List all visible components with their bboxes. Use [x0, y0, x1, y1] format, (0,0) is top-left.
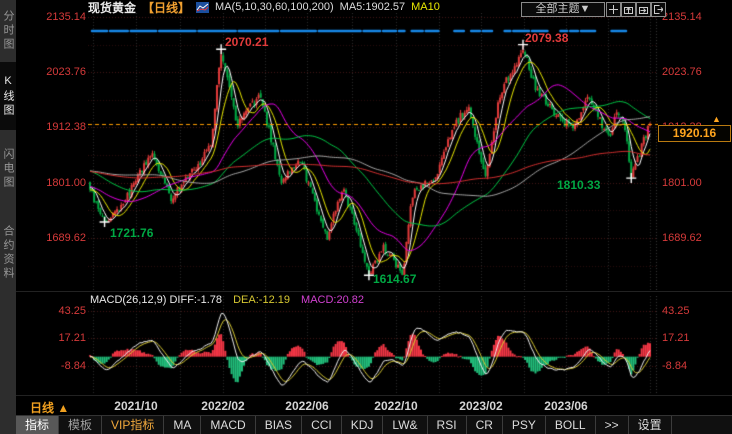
extreme-annotation-1721.76: 1721.76 [110, 226, 153, 240]
macd-tick-left-1: 17.21 [20, 332, 86, 344]
bottom-tab-9[interactable]: RSI [428, 416, 467, 434]
ma-settings-label: MA(5,10,30,60,100,200) [215, 1, 334, 13]
macd-header: MACD(26,12,9) DIFF:-1.78 DEA:-12.19 MACD… [90, 294, 364, 306]
kline-chart-canvas[interactable] [88, 13, 658, 290]
xaxis-label-4: 2023/02 [459, 399, 502, 413]
price-tick-right-4: 1689.62 [662, 232, 702, 244]
macd-value-label: MACD:20.82 [301, 294, 364, 306]
pane-right-icon[interactable] [636, 2, 651, 17]
bottom-tab-11[interactable]: PSY [503, 416, 546, 434]
ma5-value-label: MA5:1902.57 [340, 1, 405, 13]
period-selector[interactable]: 日线 ▲ [30, 399, 69, 416]
price-tick-left-3: 1801.00 [20, 177, 86, 189]
bottom-tab-5[interactable]: BIAS [256, 416, 302, 434]
macd-diff-label: MACD(26,12,9) DIFF:-1.78 [90, 294, 222, 306]
ma10-label: MA10 [411, 1, 440, 13]
extreme-annotation-2070.21: 2070.21 [225, 35, 268, 49]
bottom-tab-2[interactable]: VIP指标 [102, 416, 164, 434]
pane-up-icon[interactable] [621, 2, 636, 17]
price-up-arrow: ▲ [712, 114, 721, 124]
current-price-tag: 1920.16 [658, 125, 731, 142]
chart-header: 现货黄金 【日线】 MA(5,10,30,60,100,200) MA5:190… [88, 0, 440, 14]
macd-panel-canvas[interactable] [88, 296, 658, 395]
price-tick-left-2: 1912.38 [20, 121, 86, 133]
price-tick-left-1: 2023.76 [20, 66, 86, 78]
bottom-tab-14[interactable]: 设置 [629, 416, 672, 434]
bottom-tab-1[interactable]: 模板 [59, 416, 102, 434]
left-sidebar: 分时图 K线图闪电图合约资料 [0, 0, 16, 434]
sidebar-item-0[interactable]: 分时图 [0, 4, 16, 58]
macd-tick-right-2: -8.84 [662, 360, 687, 372]
bottom-tab-13[interactable]: >> [596, 416, 629, 434]
symbol-title: 现货黄金 [88, 0, 136, 16]
sidebar-item-1[interactable]: K线图 [0, 62, 16, 130]
xaxis-label-1: 2022/02 [201, 399, 244, 413]
price-tick-right-3: 1801.00 [662, 177, 702, 189]
macd-tick-right-0: 43.25 [662, 305, 690, 317]
indicator-tabbar: 指标模板VIP指标MAMACDBIASCCIKDJLW&RSICRPSYBOLL… [16, 415, 732, 434]
price-tick-left-4: 1689.62 [20, 232, 86, 244]
xaxis-label-0: 2021/10 [114, 399, 157, 413]
crosshair-icon[interactable] [606, 2, 621, 17]
panel-divider [16, 291, 732, 292]
macd-tick-left-2: -8.84 [20, 360, 86, 372]
bottom-tab-12[interactable]: BOLL [546, 416, 596, 434]
price-tick-left-0: 2135.14 [20, 11, 86, 23]
sidebar-item-2[interactable]: 闪电图 [0, 134, 16, 204]
sidebar-item-3[interactable]: 合约资料 [0, 208, 16, 298]
macd-tick-right-1: 17.21 [662, 332, 690, 344]
bottom-tab-0[interactable]: 指标 [16, 416, 59, 434]
extreme-annotation-1614.67: 1614.67 [373, 272, 416, 286]
bottom-tab-6[interactable]: CCI [302, 416, 342, 434]
bottom-tab-10[interactable]: CR [467, 416, 503, 434]
macd-tick-left-0: 43.25 [20, 305, 86, 317]
extreme-annotation-2079.38: 2079.38 [525, 31, 568, 45]
bottom-tab-8[interactable]: LW& [383, 416, 427, 434]
price-tick-right-0: 2135.14 [662, 11, 702, 23]
macd-dea-label: DEA:-12.19 [233, 294, 290, 306]
exit-icon[interactable] [651, 2, 666, 17]
period-title: 【日线】 [142, 0, 190, 16]
app-window: 分时图 K线图闪电图合约资料 现货黄金 【日线】 MA(5,10,30,60,10… [0, 0, 732, 434]
chart-icon [196, 2, 209, 13]
theme-dropdown[interactable]: 全部主题▼ [521, 2, 605, 17]
axis-divider [16, 395, 732, 396]
extreme-annotation-1810.33: 1810.33 [557, 178, 600, 192]
bottom-tab-3[interactable]: MA [164, 416, 201, 434]
bottom-tab-4[interactable]: MACD [201, 416, 255, 434]
xaxis-label-3: 2022/10 [374, 399, 417, 413]
bottom-tab-7[interactable]: KDJ [342, 416, 384, 434]
price-tick-right-1: 2023.76 [662, 66, 702, 78]
xaxis-label-2: 2022/06 [285, 399, 328, 413]
xaxis-label-5: 2023/06 [544, 399, 587, 413]
